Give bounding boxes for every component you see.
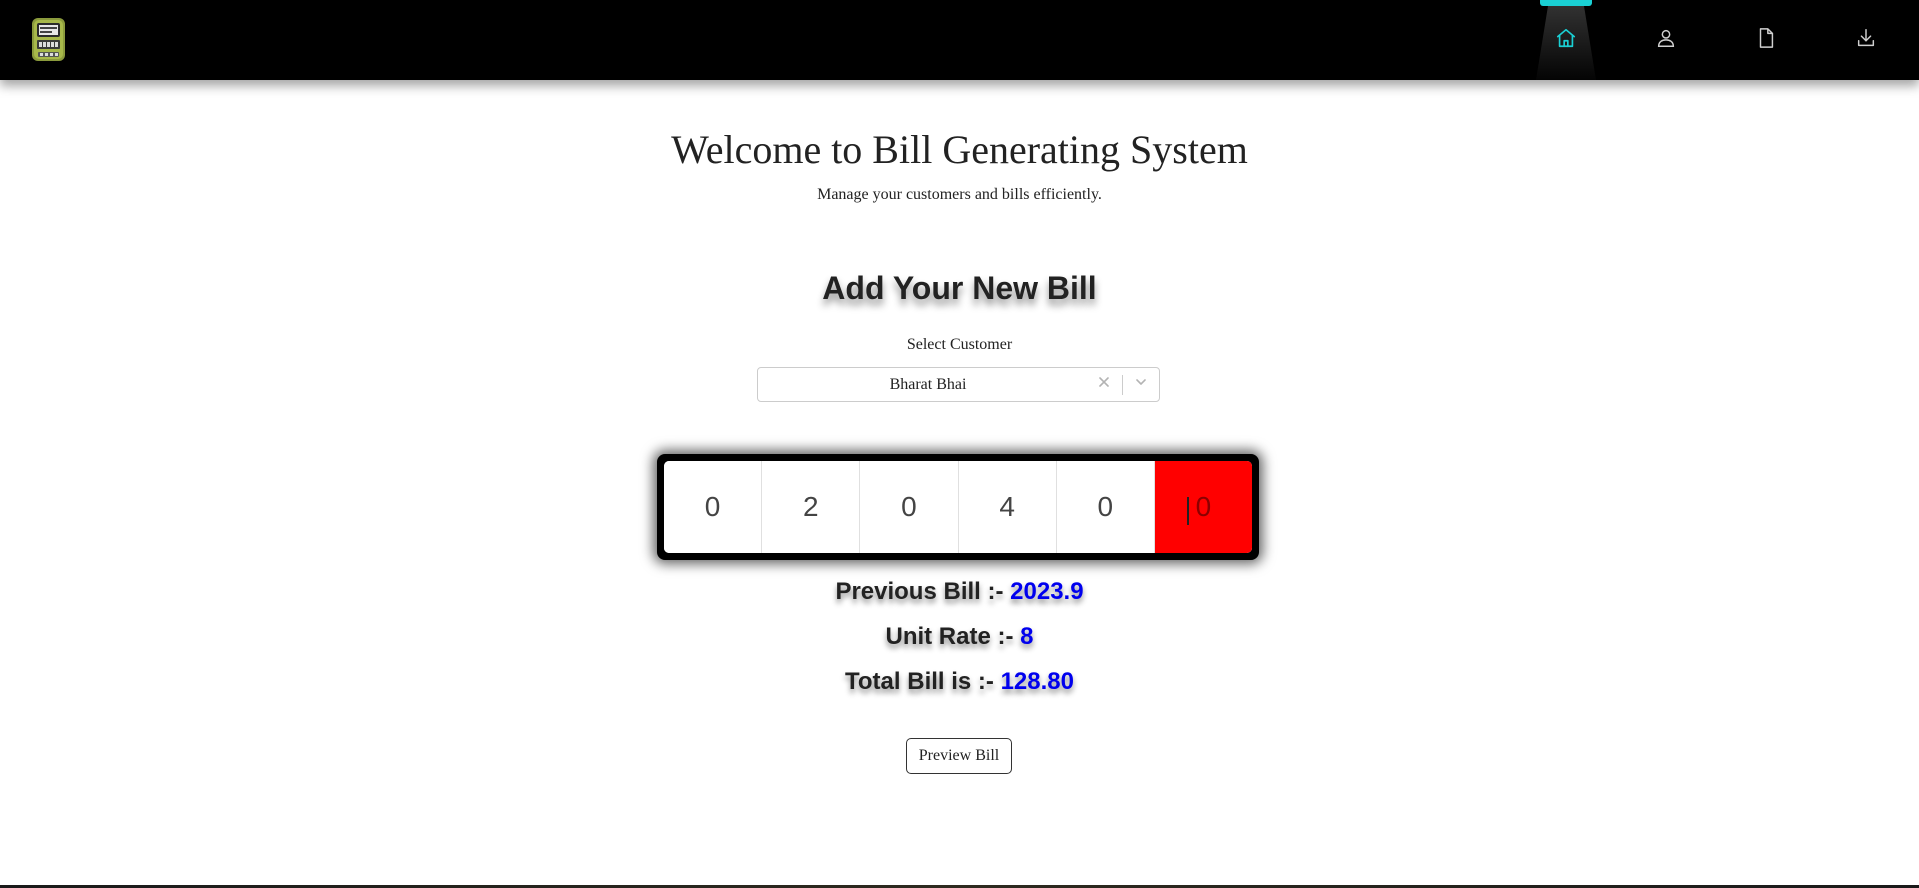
user-icon bbox=[1655, 27, 1677, 53]
meter-digit-6-value: 0 bbox=[1195, 491, 1212, 522]
electric-meter-logo-icon[interactable] bbox=[30, 17, 67, 62]
nav-customers[interactable] bbox=[1616, 0, 1716, 80]
nav-home[interactable] bbox=[1516, 0, 1616, 80]
meter-digit-2[interactable]: 2 bbox=[762, 461, 861, 553]
meter-reading-input: 0 2 0 4 0 0 bbox=[657, 454, 1259, 560]
top-navbar bbox=[0, 0, 1919, 80]
close-icon bbox=[1097, 375, 1111, 394]
meter-digit-6-decimal[interactable]: 0 bbox=[1154, 461, 1252, 553]
meter-digit-3[interactable]: 0 bbox=[860, 461, 959, 553]
customer-select[interactable]: Bharat Bhai bbox=[757, 367, 1160, 402]
meter-digit-1[interactable]: 0 bbox=[664, 461, 763, 553]
page-title: Welcome to Bill Generating System bbox=[671, 127, 1248, 172]
meter-digit-5[interactable]: 0 bbox=[1056, 461, 1155, 553]
download-icon bbox=[1855, 27, 1877, 53]
document-icon bbox=[1755, 27, 1777, 53]
previous-bill-label: Previous Bill :- bbox=[835, 578, 1004, 605]
selected-customer-value: Bharat Bhai bbox=[889, 375, 967, 393]
unit-rate-row: Unit Rate :- 8 bbox=[0, 623, 1919, 651]
unit-rate-label: Unit Rate :- bbox=[885, 623, 1014, 650]
total-bill-row: Total Bill is :- 128.80 bbox=[0, 668, 1919, 696]
meter-digit-4[interactable]: 4 bbox=[958, 461, 1057, 553]
previous-bill-row: Previous Bill :- 2023.9 bbox=[0, 578, 1919, 606]
nav-download[interactable] bbox=[1816, 0, 1916, 80]
select-dropdown-toggle[interactable] bbox=[1123, 368, 1159, 401]
total-bill-label: Total Bill is :- bbox=[845, 668, 994, 695]
previous-bill-value: 2023.9 bbox=[1010, 578, 1084, 605]
clear-selection-button[interactable] bbox=[1086, 368, 1122, 401]
nav-bills[interactable] bbox=[1716, 0, 1816, 80]
meter-digits: 0 2 0 4 0 0 bbox=[664, 461, 1252, 553]
chevron-down-icon bbox=[1134, 375, 1148, 394]
page-subtitle: Manage your customers and bills efficien… bbox=[817, 186, 1102, 203]
unit-rate-value: 8 bbox=[1020, 623, 1034, 650]
home-icon bbox=[1555, 27, 1577, 53]
select-customer-label: Select Customer bbox=[906, 336, 1013, 353]
total-bill-value: 128.80 bbox=[1000, 668, 1074, 695]
preview-bill-button[interactable]: Preview Bill bbox=[906, 738, 1012, 774]
form-title: Add Your New Bill bbox=[822, 270, 1097, 306]
text-caret bbox=[1186, 497, 1189, 525]
